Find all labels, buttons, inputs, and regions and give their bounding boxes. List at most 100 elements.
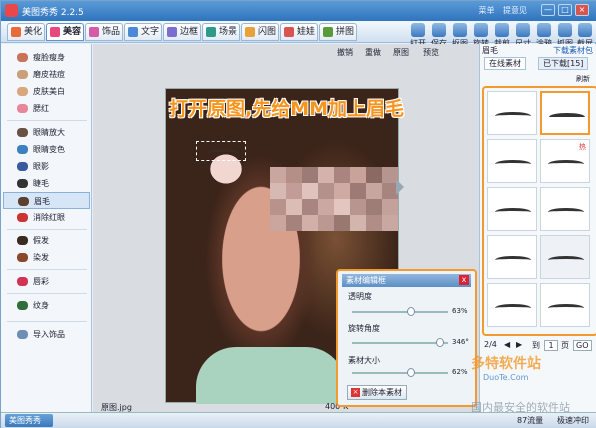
prev-page-icon[interactable]: ◀ [504,340,510,349]
print-link[interactable]: 极速冲印 [557,413,589,428]
tab-frame[interactable]: 边框 [163,23,201,41]
opacity-label: 透明度 [348,292,372,301]
eyebrow-thumbnail [548,208,584,216]
tab-text[interactable]: 文字 [124,23,162,41]
sidebar-item-blush[interactable]: 腮红 [3,100,90,117]
undo-button[interactable]: 撤销 [337,47,353,58]
sidebar-item-smooth-skin[interactable]: 磨皮祛痘 [3,66,90,83]
sidebar-item-eyeshadow[interactable]: 眼影 [3,158,90,175]
tab-makeup[interactable]: 美容 [46,23,84,41]
tattoo-icon [17,301,28,310]
sidebar-item-eye-enlarge[interactable]: 眼睛放大 [3,124,90,141]
collage-icon [323,27,333,37]
sidebar-item-eye-color[interactable]: 眼睛变色 [3,141,90,158]
material-item[interactable] [487,187,537,231]
page-indicator: 2/4 [484,340,497,349]
sidebar-item-lip-color[interactable]: 唇彩 [3,273,90,290]
material-item[interactable] [540,187,590,231]
maximize-button[interactable]: □ [558,4,572,16]
tab-collage[interactable]: 拼图 [319,23,357,41]
sidebar-divider [7,293,87,294]
refresh-link[interactable]: 刷新 [576,74,590,84]
material-item[interactable] [487,139,537,183]
tab-online-materials[interactable]: 在线素材 [484,57,526,70]
panel-close-button[interactable]: x [459,275,469,285]
beautify-icon [11,27,21,37]
redo-button[interactable]: 重做 [365,47,381,58]
resize-icon [516,23,530,37]
delete-material-button[interactable]: × 删除本素材 [347,385,407,400]
sidebar-item-import[interactable]: 导入饰品 [3,326,90,343]
material-item[interactable] [487,235,537,279]
size-label: 素材大小 [348,356,380,365]
download-pack-link[interactable]: 下载素材包 [553,45,593,56]
go-button[interactable]: GO [573,340,592,351]
goto-label: 到 [532,341,540,350]
minimize-button[interactable]: — [541,4,555,16]
material-item[interactable] [487,91,537,135]
rotation-knob[interactable] [436,338,445,347]
tab-accessories[interactable]: 饰品 [85,23,123,41]
sidebar: 瘦脸瘦身 磨皮祛痘 皮肤美白 腮红 眼睛放大 眼睛变色 眼影 睫毛 眉毛 消除红… [1,44,92,412]
tab-doll[interactable]: 娃娃 [280,23,318,41]
mosaic-block [270,167,398,231]
material-item[interactable] [540,235,590,279]
slim-face-icon [17,53,28,62]
tab-beautify[interactable]: 美化 [7,23,45,41]
eye-enlarge-icon [17,128,28,137]
sidebar-item-wig[interactable]: 假发 [3,232,90,249]
eyelash-icon [17,179,28,188]
sidebar-item-eyebrow[interactable]: 眉毛 [3,192,90,209]
whiten-icon [17,87,28,96]
opacity-knob[interactable] [407,307,416,316]
tab-scene[interactable]: 场景 [202,23,240,41]
camera-icon [578,23,592,37]
sidebar-item-hair-dye[interactable]: 染发 [3,249,90,266]
crop-icon [495,23,509,37]
size-knob[interactable] [406,368,415,377]
material-item[interactable] [540,283,590,327]
import-icon [17,330,28,339]
eyebrow-sticker[interactable] [206,149,240,159]
next-page-icon[interactable]: ▶ [516,340,522,349]
material-item[interactable] [487,283,537,327]
watermark-logo: 多特软件站 [471,356,541,372]
capture-icon [558,23,572,37]
window-title: 美图秀秀 2.2.5 [22,8,84,18]
page-input[interactable]: 1 [544,340,558,351]
tab-flash[interactable]: 闪图 [241,23,279,41]
preview-button[interactable]: 预览 [423,47,439,58]
next-arrow-icon[interactable] [396,179,404,195]
material-item[interactable]: 热 [540,139,590,183]
eyebrow-thumbnail [548,160,584,168]
rotation-slider[interactable] [352,338,448,347]
doll-icon [284,27,294,37]
photo-shoulder [196,347,346,404]
red-eye-icon [17,213,28,222]
sidebar-item-slim-face[interactable]: 瘦脸瘦身 [3,49,90,66]
eyebrow-thumbnail [549,113,585,121]
opacity-value: 63% [452,307,468,315]
sidebar-item-eyelash[interactable]: 睫毛 [3,175,90,192]
lip-icon [17,277,28,286]
taskbar-app-button[interactable]: 美图秀秀 [5,414,53,427]
material-category-title: 眉毛 [482,46,498,55]
sidebar-item-tattoo[interactable]: 纹身 [3,297,90,314]
tab-downloaded[interactable]: 已下载[15] [538,57,589,70]
close-button[interactable]: × [575,4,589,16]
opacity-slider[interactable] [352,307,448,316]
size-slider[interactable] [352,368,448,377]
eyebrow-thumbnail [548,256,584,264]
sidebar-item-whiten[interactable]: 皮肤美白 [3,83,90,100]
material-item-selected[interactable] [540,91,590,135]
eyebrow-thumbnail [495,304,531,312]
title-bar: 美图秀秀 2.2.5 菜单 提意见 — □ × [1,1,596,21]
menu-link[interactable]: 菜单 [478,6,494,15]
brush-icon [537,23,551,37]
feedback-link[interactable]: 提意见 [503,6,527,15]
original-button[interactable]: 原图 [393,47,409,58]
traffic-label[interactable]: 87流量 [517,413,543,428]
size-value: 62% [452,368,468,376]
text-icon [128,27,138,37]
sidebar-item-red-eye[interactable]: 消除红眼 [3,209,90,226]
